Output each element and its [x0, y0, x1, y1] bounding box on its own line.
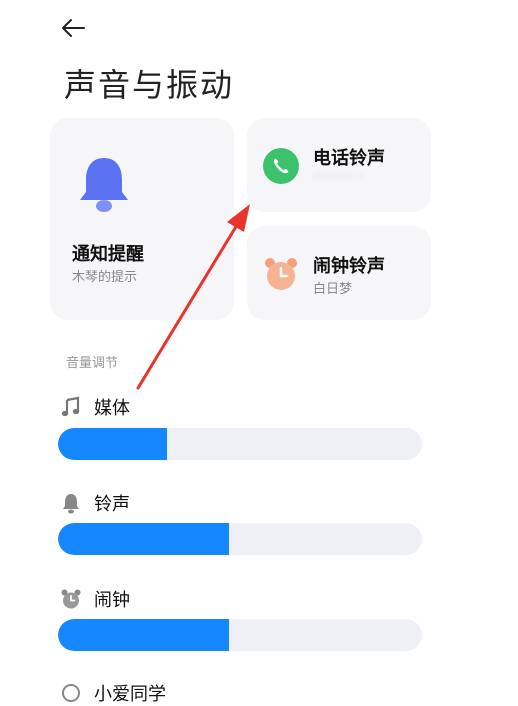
media-volume-fill	[58, 428, 168, 460]
volume-section-label: 音量调节	[66, 356, 119, 371]
alarm-small-icon	[61, 589, 81, 609]
media-volume-label: 媒体	[94, 398, 130, 419]
alarm-volume-slider[interactable]	[58, 619, 422, 651]
call-ringtone-card[interactable]: 电话铃声 ········ ·	[247, 118, 431, 212]
alarm-ringtone-card[interactable]: 闹钟铃声 白日梦	[247, 226, 431, 320]
xiaoai-volume-label-row: 小爱同学	[60, 680, 166, 706]
call-ringtone-subtitle: ········ ·	[313, 170, 365, 185]
call-ringtone-title: 电话铃声	[313, 148, 385, 169]
back-button[interactable]	[60, 14, 92, 42]
bell-small-icon	[63, 494, 79, 514]
alarm-volume-label: 闹钟	[94, 590, 130, 611]
media-volume-label-row: 媒体	[60, 394, 130, 420]
ring-volume-fill	[58, 523, 230, 555]
phone-icon	[263, 148, 299, 184]
xiaoai-volume-label: 小爱同学	[94, 684, 166, 705]
alarm-volume-fill	[58, 619, 230, 651]
alarm-clock-icon	[265, 258, 297, 290]
ring-volume-slider[interactable]	[58, 523, 422, 555]
arrow-left-icon	[62, 19, 85, 37]
alarm-ringtone-title: 闹钟铃声	[313, 256, 385, 277]
bell-icon	[80, 158, 128, 212]
notification-title: 通知提醒	[72, 244, 144, 265]
notification-card[interactable]: 通知提醒 木琴的提示	[50, 118, 234, 320]
xiaoai-icon	[62, 684, 80, 702]
alarm-volume-label-row: 闹钟	[60, 586, 130, 612]
media-volume-slider[interactable]	[58, 428, 422, 460]
ring-volume-label: 铃声	[94, 494, 130, 515]
music-note-icon	[61, 396, 80, 417]
notification-subtitle: 木琴的提示	[72, 270, 138, 285]
ring-volume-label-row: 铃声	[60, 490, 130, 516]
page-title: 声音与振动	[64, 66, 235, 104]
alarm-ringtone-subtitle: 白日梦	[313, 282, 353, 297]
